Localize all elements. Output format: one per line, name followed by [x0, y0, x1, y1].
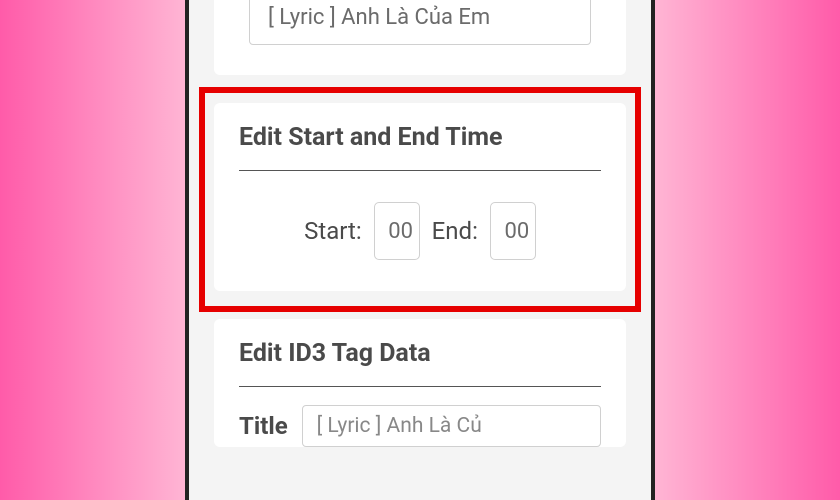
divider: [239, 386, 601, 387]
divider: [239, 170, 601, 171]
start-input[interactable]: 00: [374, 202, 420, 260]
id3-card: Edit ID3 Tag Data Title [ Lyric ] Anh Là…: [214, 319, 626, 447]
time-card: Edit Start and End Time Start: 00 End: 0…: [214, 103, 626, 291]
lyric-input[interactable]: [ Lyric ] Anh Là Của Em: [249, 0, 591, 45]
id3-section-title: Edit ID3 Tag Data: [239, 339, 601, 368]
start-label: Start:: [304, 217, 362, 245]
lyric-card: [ Lyric ] Anh Là Của Em: [214, 0, 626, 75]
title-input[interactable]: [ Lyric ] Anh Là Củ: [302, 405, 601, 447]
end-input[interactable]: 00: [490, 202, 536, 260]
time-row: Start: 00 End: 00: [239, 196, 601, 266]
time-section-title: Edit Start and End Time: [239, 123, 601, 152]
title-label: Title: [239, 412, 288, 440]
phone-screen: [ Lyric ] Anh Là Của Em Edit Start and E…: [185, 0, 655, 500]
end-label: End:: [432, 217, 478, 245]
title-row: Title [ Lyric ] Anh Là Củ: [239, 405, 601, 447]
background-right: [655, 0, 840, 500]
background-left: [0, 0, 185, 500]
